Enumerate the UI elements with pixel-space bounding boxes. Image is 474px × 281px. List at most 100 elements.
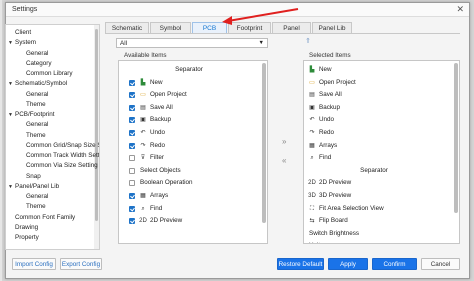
item-checkbox[interactable] (129, 92, 135, 99)
chevron-down-icon: ▼ (258, 40, 264, 46)
list-item[interactable]: Boolean Operation (119, 178, 259, 188)
list-item[interactable]: Unit (304, 241, 444, 243)
tree-item[interactable]: ▼ System (8, 38, 36, 48)
list-item[interactable]: ▙ New (119, 78, 259, 88)
tree-item[interactable]: Common Library (26, 69, 73, 79)
list-item[interactable]: ↶ Undo (119, 128, 259, 138)
tree-item[interactable]: Category (26, 59, 52, 69)
tree-item[interactable]: ▼ Schematic/Symbol (8, 79, 67, 89)
apply-button[interactable]: Apply (328, 258, 368, 270)
tree-item[interactable]: Property (15, 233, 39, 243)
close-icon[interactable]: ✕ (456, 4, 464, 15)
item-checkbox[interactable] (129, 218, 135, 225)
cancel-button[interactable]: Cancel (421, 258, 460, 270)
item-checkbox[interactable] (129, 167, 135, 174)
tree-item[interactable]: ▼ Panel/Panel Lib (8, 182, 59, 192)
list-item[interactable]: ⇆ Flip Board (304, 216, 444, 226)
separator-row[interactable]: Separator (304, 166, 444, 176)
item-label: Filter (150, 154, 164, 162)
list-item[interactable]: ▙ New (304, 65, 444, 75)
export-config-button[interactable]: Export Config (60, 258, 102, 270)
expand-arrow-icon[interactable]: ▼ (8, 79, 15, 89)
list-item[interactable]: ▦ Arrays (119, 191, 259, 201)
item-checkbox[interactable] (129, 205, 135, 212)
list-item[interactable]: ⛶ Fit Area Selection View (304, 204, 444, 214)
tree-item[interactable]: Snap (26, 172, 41, 182)
tree-item[interactable]: General (26, 49, 48, 59)
item-checkbox[interactable] (129, 130, 135, 136)
list-item[interactable]: ▤ Save All (119, 103, 259, 113)
list-item[interactable]: ▭ Open Project (119, 90, 259, 100)
restore-default-button[interactable]: Restore Default (277, 258, 324, 270)
list-item[interactable]: ⊽ Filter (119, 153, 259, 163)
remove-items-icon[interactable]: « (282, 156, 286, 165)
tree-scrollbar[interactable] (94, 25, 99, 249)
tree-item[interactable]: Drawing (15, 223, 38, 233)
confirm-button[interactable]: Confirm (372, 258, 417, 270)
list-item[interactable]: ▤ Save All (304, 90, 444, 100)
list-item[interactable]: 3D 3D Preview (304, 191, 444, 201)
find-icon: ⌕ (310, 155, 314, 162)
tree-item-label: General (26, 49, 49, 57)
tree-item-label: Common Via Size Setting (26, 162, 98, 170)
tree-item[interactable]: General (26, 120, 48, 130)
list-item[interactable]: ▭ Open Project (304, 78, 444, 88)
2d-preview-icon: 2D (139, 218, 147, 225)
list-item[interactable]: ▣ Backup (304, 103, 444, 113)
list-item[interactable]: ▣ Backup (119, 115, 259, 125)
item-checkbox[interactable] (129, 155, 135, 162)
move-up-icon[interactable]: ⇑ (305, 37, 311, 45)
item-checkbox[interactable] (129, 180, 135, 187)
item-label: Backup (319, 103, 341, 111)
list-item[interactable]: ↷ Redo (304, 128, 444, 138)
tree-item[interactable]: Common Track Width Settin (26, 151, 99, 161)
item-label: 2D Preview (150, 217, 183, 225)
list-item[interactable]: ⌕ Find (119, 204, 259, 214)
add-items-icon[interactable]: » (282, 137, 286, 146)
expand-arrow-icon[interactable]: ▼ (8, 110, 15, 120)
tab-schematic[interactable]: Schematic (105, 22, 149, 33)
item-checkbox[interactable] (129, 79, 135, 86)
tab-symbol[interactable]: Symbol (150, 22, 191, 33)
tree-item[interactable]: ▼ PCB/Footprint (8, 110, 55, 120)
backup-icon: ▣ (309, 104, 315, 111)
tree-item[interactable]: Common Grid/Snap Size Se (26, 141, 99, 151)
item-label: Redo (319, 129, 335, 136)
tree-item[interactable]: Common Via Size Setting (26, 161, 98, 171)
list-item[interactable]: ↷ Redo (119, 141, 259, 151)
tree-item[interactable]: Theme (26, 202, 46, 212)
tree-item[interactable]: General (26, 90, 48, 100)
item-label: Find (150, 204, 163, 212)
item-checkbox[interactable] (129, 117, 135, 124)
list-item[interactable]: 2D 2D Preview (304, 178, 444, 188)
list-item[interactable]: Switch Brightness (304, 229, 444, 239)
tree-item[interactable]: Common Font Family (15, 213, 75, 223)
item-label: Save All (150, 103, 173, 111)
list-item[interactable]: Select Objects (119, 166, 259, 176)
category-filter-select[interactable]: All ▼ (116, 38, 268, 48)
item-checkbox[interactable] (129, 193, 135, 199)
import-config-button[interactable]: Import Config (12, 258, 56, 270)
list-item[interactable]: ▦ Arrays (304, 141, 444, 151)
separator-row[interactable]: Separator (119, 65, 259, 75)
item-checkbox[interactable] (129, 142, 135, 149)
list-item[interactable]: 2D 2D Preview (119, 216, 259, 226)
expand-arrow-icon[interactable]: ▼ (8, 182, 15, 192)
item-label: Open Project (150, 91, 187, 99)
item-label: Fit Area Selection View (319, 204, 384, 212)
tree-item[interactable]: Theme (26, 100, 46, 110)
expand-arrow-icon[interactable]: ▼ (8, 38, 15, 48)
item-checkbox[interactable] (129, 104, 135, 111)
selected-scrollbar[interactable] (454, 63, 458, 213)
item-label: Flip Board (319, 217, 348, 225)
filter-value: All (120, 40, 127, 47)
list-item[interactable]: ⌕ Find (304, 153, 444, 163)
item-label: New (150, 78, 163, 86)
tree-item[interactable]: Theme (26, 131, 46, 141)
tree-item[interactable]: Client (15, 28, 31, 38)
tree-item-label: Theme (26, 203, 46, 211)
list-item[interactable]: ↶ Undo (304, 115, 444, 125)
available-scrollbar[interactable] (262, 63, 266, 223)
tab-panel-lib[interactable]: Panel Lib (312, 22, 352, 33)
tree-item[interactable]: General (26, 192, 48, 202)
